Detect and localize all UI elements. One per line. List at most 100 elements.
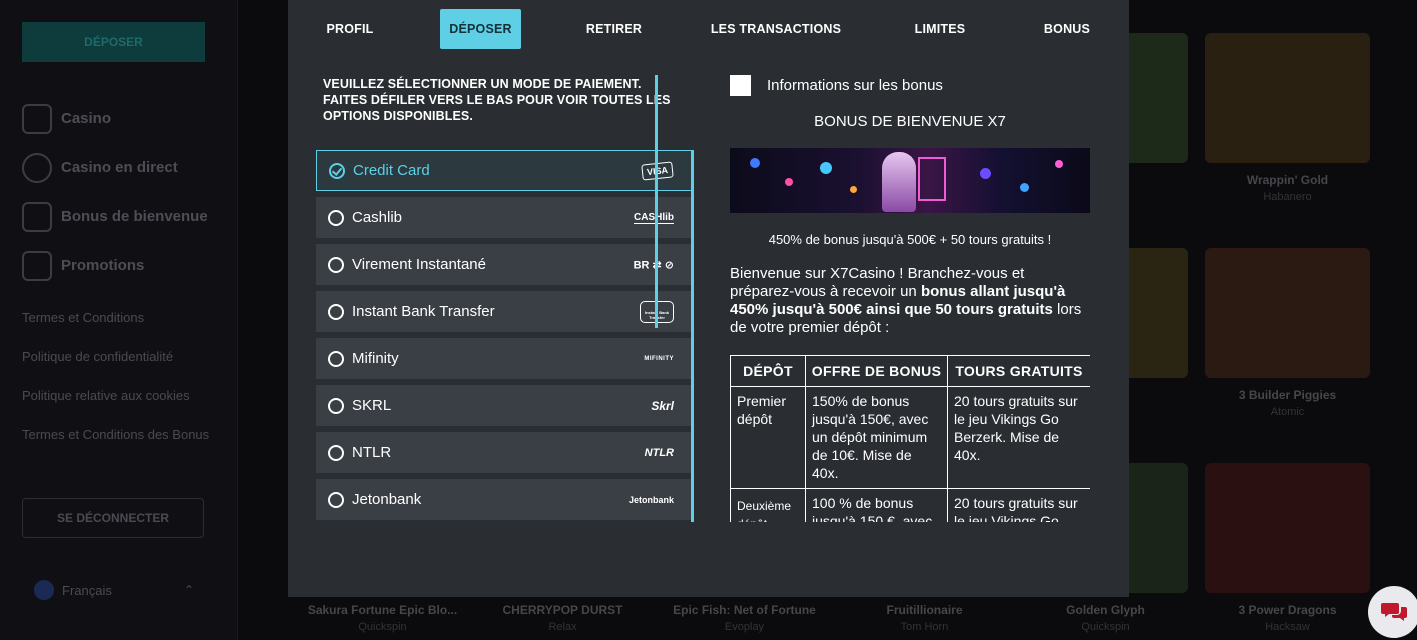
bonus-subtitle: 450% de bonus jusqu'à 500€ + 50 tours gr… [768,232,1052,247]
modal-tabs: PROFIL DÉPOSER RETIRER LES TRANSACTIONS … [288,9,1129,49]
table-header: OFFRE DE BONUS [805,355,948,387]
payment-method-label: Virement Instantané [352,256,486,273]
sidebar-item-live-casino[interactable]: Casino en direct [22,143,208,192]
bonus-description: Bienvenue sur X7Casino ! Branchez-vous e… [730,265,1082,337]
game-provider: Relax [548,621,577,633]
radio-icon [328,397,344,414]
jetonbank-logo-icon: Jetonbank [628,494,674,505]
radio-checked-icon [329,162,345,179]
payment-method-label: Cashlib [352,209,403,226]
payment-method-cashlib[interactable]: Cashlib CASHlib [316,197,692,238]
payment-method-label: Credit Card [353,162,430,179]
tab-transactions[interactable]: LES TRANSACTIONS [708,9,844,49]
bonus-title: BONUS DE BIENVENUE X7 [814,113,1006,130]
banner-light [1055,160,1063,168]
payment-list-scrollbar[interactable] [691,150,694,522]
banner-light [1020,183,1029,192]
sidebar-item-label: Casino [61,110,112,127]
game-name: Sakura Fortune Epic Blo... [307,603,458,617]
sidebar-item-casino[interactable]: Casino [22,94,208,143]
game-name: Epic Fish: Net of Fortune [673,603,816,617]
payment-method-virement-instantane[interactable]: Virement Instantané BR ⇄ ⊘ [316,244,692,285]
promotions-icon [22,250,52,281]
language-selector[interactable]: Français ⌃ [34,580,194,600]
chat-icon [1381,603,1407,621]
account-modal: PROFIL DÉPOSER RETIRER LES TRANSACTIONS … [288,0,1129,597]
slot-machine-icon [22,103,52,134]
game-name: CHERRYPOP DURST [502,603,623,617]
game-provider: Tom Horn [900,621,949,633]
table-cell: Premier dépôt [730,386,806,489]
table-cell: 20 tours gratuits sur le jeu Vikings Go … [947,488,1090,522]
flag-icon [34,580,54,600]
tab-retirer[interactable]: RETIRER [576,9,652,49]
game-provider: Quickspin [358,621,407,633]
game-provider: Atomic [1270,406,1305,418]
radio-icon [328,303,344,320]
bonus-table: DÉPÔT OFFRE DE BONUS TOURS GRATUITS Prem… [730,355,1090,522]
bonus-info-panel[interactable]: Informations sur les bonus BONUS DE BIEN… [730,72,1090,522]
sidebar-nav: Casino Casino en direct Bonus de bienven… [22,94,208,290]
sidebar-item-welcome-bonus[interactable]: Bonus de bienvenue [22,192,208,241]
game-name: 3 Builder Piggies [1238,388,1337,402]
link-privacy[interactable]: Politique de confidentialité [22,347,222,367]
payment-method-credit-card[interactable]: Credit Card VISA [316,150,692,191]
link-cookies[interactable]: Politique relative aux cookies [22,386,222,406]
cashlib-logo-icon: CASHlib [634,211,674,224]
bonus-info-checkbox[interactable] [730,75,751,96]
instant-transfer-logo-icon: BR ⇄ ⊘ [633,259,674,271]
game-provider: Habanero [1263,191,1312,203]
game-tile[interactable] [1205,248,1370,378]
chevron-up-icon: ⌃ [183,583,194,597]
skrl-logo-icon: Skrl [651,398,674,413]
tab-profil[interactable]: PROFIL [312,9,388,49]
link-terms[interactable]: Termes et Conditions [22,308,222,328]
table-header: TOURS GRATUITS [947,355,1090,387]
game-tile[interactable] [1205,463,1370,593]
link-bonus-terms[interactable]: Termes et Conditions des Bonus [22,425,222,445]
radio-icon [328,491,344,508]
payment-method-ntlr[interactable]: NTLR NTLR [316,432,692,473]
roulette-icon [22,152,52,183]
gift-icon [22,201,52,232]
banner-light [750,158,760,168]
table-row: Premier dépôt 150% de bonus jusqu'à 150€… [730,386,1090,489]
page: DÉPOSER Casino Casino en direct Bonus de… [0,0,1417,640]
banner-light [980,168,991,179]
chat-button[interactable] [1368,586,1417,638]
tab-bonus[interactable]: BONUS [1032,9,1102,49]
payment-method-label: SKRL [352,397,392,414]
banner-light [820,162,832,174]
game-provider: Evoplay [724,621,765,633]
bonus-info-label: Informations sur les bonus [767,77,943,94]
language-label: Français [62,582,112,598]
radio-icon [328,256,344,273]
radio-icon [328,444,344,461]
game-name: 3 Power Dragons [1238,603,1337,617]
sidebar-links: Termes et Conditions Politique de confid… [22,308,222,464]
radio-icon [328,209,344,226]
payment-method-list[interactable]: Credit Card VISA Cashlib CASHlib Viremen… [316,150,694,522]
sidebar-item-label: Promotions [61,257,145,274]
payment-method-skrl[interactable]: SKRL Skrl [316,385,692,426]
banner-character [882,152,916,212]
payment-method-label: Instant Bank Transfer [352,303,495,320]
sidebar-item-promotions[interactable]: Promotions [22,241,208,290]
payment-method-jetonbank[interactable]: Jetonbank Jetonbank [316,479,692,520]
game-tile[interactable] [1205,33,1370,163]
bonus-panel-scrollbar[interactable] [655,75,658,328]
bonus-info-toggle[interactable]: Informations sur les bonus [730,75,943,96]
sidebar-deposit-button[interactable]: DÉPOSER [22,22,205,62]
table-row: Deuxième dépôt 100 % de bonus jusqu'à 15… [730,488,1090,522]
game-name: Fruitillionaire [886,603,963,617]
tab-limites[interactable]: LIMITES [900,9,980,49]
payment-method-instant-bank-transfer[interactable]: Instant Bank Transfer Instant Bank Trans… [316,291,692,332]
logout-button[interactable]: SE DÉCONNECTER [22,498,204,538]
payment-instructions: VEUILLEZ SÉLECTIONNER UN MODE DE PAIEMEN… [323,77,671,123]
payment-method-label: Mifinity [352,350,399,367]
table-cell: 20 tours gratuits sur le jeu Vikings Go … [947,386,1090,489]
game-provider: Quickspin [1081,621,1130,633]
banner-card [918,157,946,201]
payment-method-mifinity[interactable]: Mifinity MIFINITY [316,338,692,379]
tab-deposer[interactable]: DÉPOSER [440,9,521,49]
